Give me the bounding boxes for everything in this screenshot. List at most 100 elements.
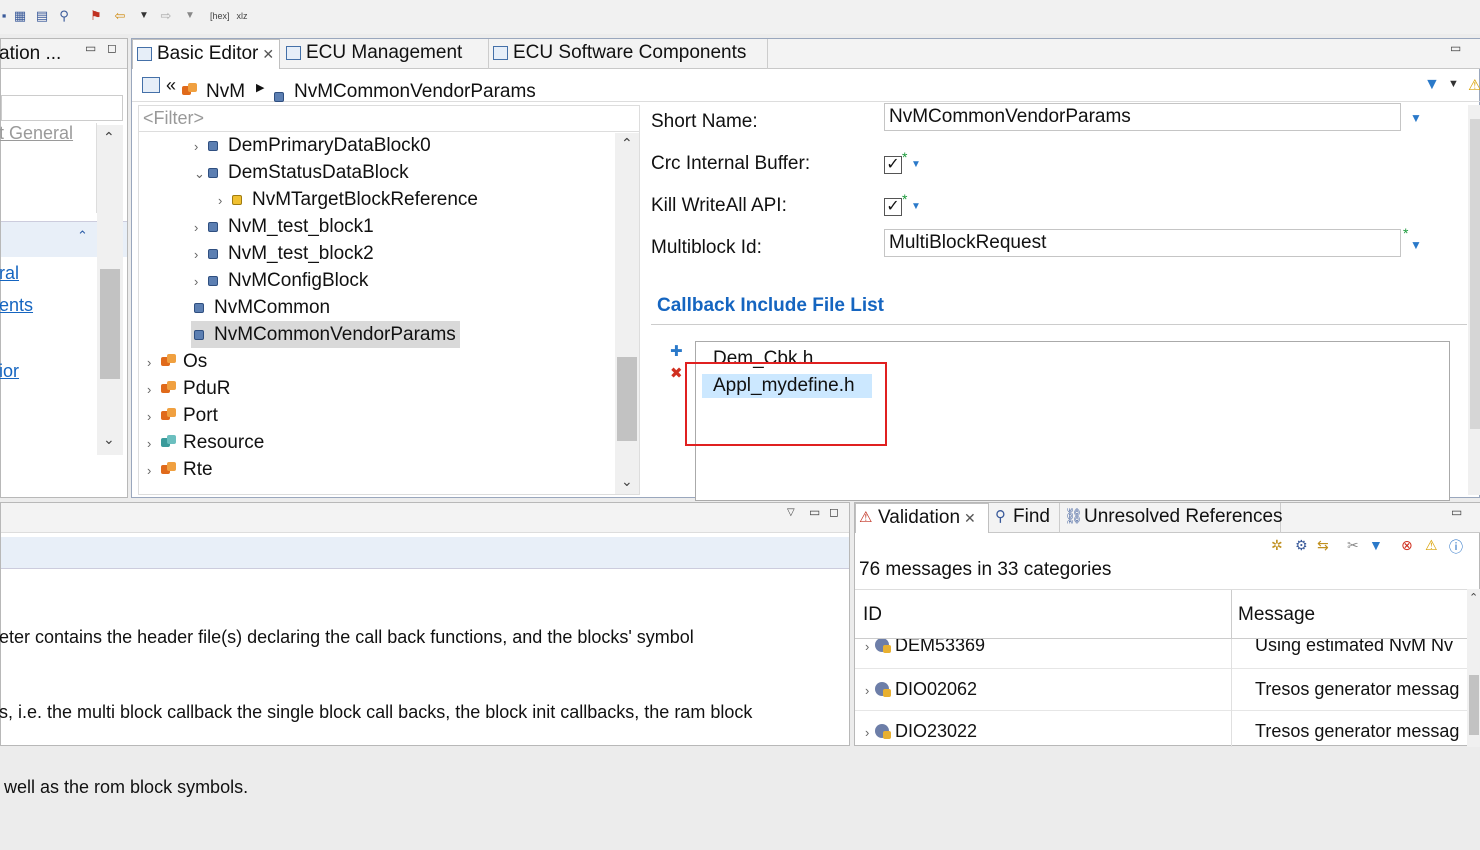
scroll-up-icon[interactable]: ⌃ (1469, 591, 1478, 604)
tree-item[interactable]: › Resource (147, 429, 264, 456)
highlight-box (685, 362, 887, 446)
view-menu-icon[interactable]: ▼ (1448, 78, 1459, 90)
outline-icon[interactable] (142, 77, 160, 93)
table-header: ID Message (855, 589, 1480, 639)
tools-icon[interactable]: ✂ (1347, 537, 1359, 554)
minimize-icon[interactable]: ▭ (809, 505, 820, 519)
tab-basic-editor[interactable]: Basic Editor ✕ (132, 39, 280, 69)
container-icon (208, 141, 218, 151)
scroll-down-icon[interactable]: ⌄ (103, 431, 115, 448)
table-row[interactable]: › DIO02062 Tresos generator messag (855, 669, 1467, 711)
resource-icon (161, 435, 177, 449)
column-header-message[interactable]: Message (1238, 603, 1315, 627)
module-icon (161, 354, 177, 368)
container-icon (208, 249, 218, 259)
close-icon[interactable]: ✕ (964, 510, 976, 526)
history-back-icon[interactable]: « (166, 75, 176, 96)
info-icon[interactable]: ⓘ (1449, 537, 1463, 557)
tab-ecu-software-components[interactable]: ECU Software Components (488, 39, 768, 69)
minimize-icon[interactable]: ▭ (85, 41, 96, 55)
minimize-icon[interactable]: ▭ (1450, 41, 1461, 55)
kill-writeall-checkbox[interactable]: ✓ (884, 198, 902, 216)
tree-item[interactable]: › NvMTargetBlockReference (218, 186, 478, 213)
view-menu-icon[interactable]: ▽ (787, 507, 795, 518)
tree-item[interactable]: › NvM_test_block1 (194, 213, 374, 240)
tree-scrollbar[interactable]: ⌃ ⌄ (615, 133, 639, 494)
settings-icon[interactable]: ⚙ (1295, 537, 1308, 554)
left-scrollbar[interactable]: ⌃ ⌄ (97, 125, 123, 455)
left-filter-input[interactable] (1, 95, 123, 121)
hex-icon[interactable]: [hex] (210, 8, 230, 24)
refresh-icon[interactable]: ⇆ (1317, 537, 1329, 554)
tree-item[interactable]: ⌄ DemStatusDataBlock (194, 159, 409, 186)
generator-icon (875, 639, 891, 653)
new-config-icon[interactable]: ▦ (12, 8, 28, 24)
xml-icon[interactable]: xlz (234, 8, 250, 24)
scroll-down-icon[interactable]: ⌄ (621, 473, 633, 490)
tree-item-selected[interactable]: NvMCommonVendorParams (191, 321, 460, 348)
tree-item[interactable]: › PduR (147, 375, 231, 402)
breadcrumb-module[interactable]: NvM (206, 81, 245, 103)
collapse-icon[interactable]: ⌃ (77, 228, 88, 244)
kill-writeall-dropdown-icon[interactable]: ▼ (911, 201, 921, 212)
left-item-general[interactable]: t General (0, 123, 73, 144)
description-header (1, 537, 849, 569)
forward-dropdown-icon[interactable]: ▼ (182, 8, 198, 24)
tree-item[interactable]: › Rte (147, 456, 213, 483)
left-item-ral[interactable]: ral (0, 263, 19, 284)
search-icon[interactable]: ⚲ (56, 8, 72, 24)
tab-validation[interactable]: ⚠ Validation ✕ (855, 503, 989, 533)
filter-icon[interactable]: ▼ (1424, 76, 1440, 94)
add-icon[interactable]: ✚ (670, 342, 683, 360)
tree-item[interactable]: › Port (147, 402, 218, 429)
minimize-icon[interactable]: ▭ (1451, 505, 1462, 519)
close-icon[interactable]: ✕ (262, 46, 274, 62)
left-panel-tab[interactable]: ation ... (0, 43, 61, 65)
left-item-ior[interactable]: ior (0, 361, 19, 382)
default-marker: * (1403, 225, 1409, 241)
breadcrumb-item[interactable]: NvMCommonVendorParams (294, 81, 536, 103)
multiblock-label: Multiblock Id: (651, 237, 762, 258)
multiblock-dropdown-icon[interactable]: ▼ (1410, 238, 1422, 252)
tree-item[interactable]: › NvM_test_block2 (194, 240, 374, 267)
edit-config-icon[interactable]: ▤ (34, 8, 50, 24)
left-item-ents[interactable]: ents (0, 295, 33, 316)
form-scrollbar[interactable] (1468, 105, 1480, 495)
tab-ecu-management[interactable]: ECU Management (282, 39, 488, 69)
tree-item[interactable]: NvMCommon (194, 294, 330, 321)
default-marker: * (902, 149, 908, 165)
editor-panel: Basic Editor ✕ ECU Management ECU Softwar… (131, 38, 1480, 501)
container-icon (208, 276, 218, 286)
column-header-id[interactable]: ID (863, 603, 882, 627)
tool-icon[interactable]: ▪ (0, 8, 12, 24)
maximize-icon[interactable]: ◻ (107, 41, 117, 55)
warning-icon: ⚠ (1468, 77, 1480, 94)
flag-icon[interactable]: ⚑ (88, 8, 104, 24)
remove-icon[interactable]: ✖ (670, 364, 683, 382)
tree-item[interactable]: › Os (147, 348, 207, 375)
scroll-up-icon[interactable]: ⌃ (621, 135, 633, 152)
tree-item[interactable]: › NvMConfigBlock (194, 267, 368, 294)
tab-find[interactable]: ⚲ Find (991, 503, 1057, 533)
table-row[interactable]: › DIO23022 Tresos generator messag (855, 711, 1467, 747)
validation-scrollbar[interactable]: ⌃ (1467, 589, 1480, 747)
short-name-input[interactable]: NvMCommonVendorParams (884, 103, 1401, 131)
tree-filter-input[interactable]: <Filter> (139, 106, 639, 132)
scroll-up-icon[interactable]: ⌃ (103, 129, 115, 146)
maximize-icon[interactable]: ◻ (829, 505, 839, 519)
validate-all-icon[interactable]: ✲ (1271, 537, 1283, 554)
short-name-dropdown-icon[interactable]: ▼ (1410, 111, 1422, 125)
forward-icon[interactable]: ⇨ (158, 8, 174, 24)
table-row[interactable]: › DEM53369 Using estimated NvM Nv (855, 639, 1467, 669)
error-icon[interactable]: ⊗ (1401, 537, 1413, 554)
back-dropdown-icon[interactable]: ▼ (136, 8, 152, 24)
crc-dropdown-icon[interactable]: ▼ (911, 159, 921, 170)
filter-icon[interactable]: ▼ (1369, 537, 1383, 553)
multiblock-input[interactable]: MultiBlockRequest (884, 229, 1401, 257)
tab-unresolved-references[interactable]: ⛓ Unresolved References (1059, 503, 1283, 533)
back-icon[interactable]: ⇦ (112, 8, 128, 24)
callback-section-title: Callback Include File List (657, 295, 885, 316)
warning-icon[interactable]: ⚠ (1425, 537, 1438, 554)
crc-checkbox[interactable]: ✓ (884, 156, 902, 174)
tree-item[interactable]: › DemPrimaryDataBlock0 (194, 132, 431, 159)
